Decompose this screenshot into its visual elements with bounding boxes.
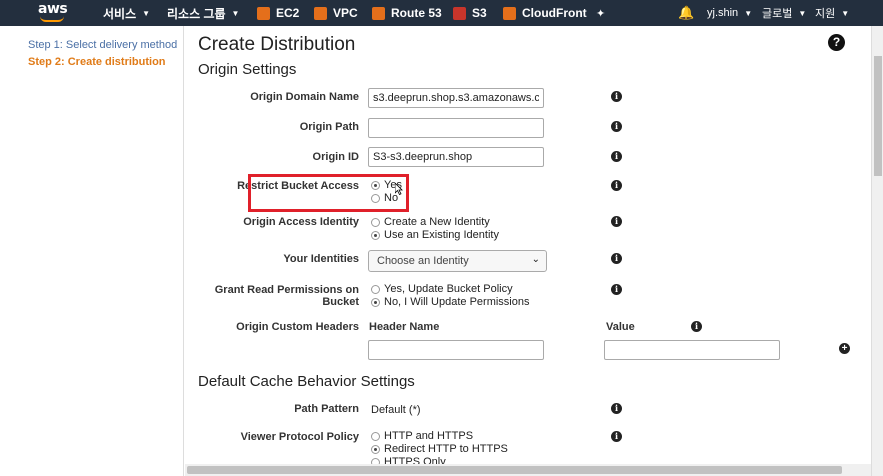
radio-label: Redirect HTTP to HTTPS xyxy=(384,443,508,455)
origin-domain-name-input[interactable] xyxy=(368,88,544,108)
resource-groups-menu[interactable]: 리소스 그룹 ▼ xyxy=(167,0,239,26)
shortcut-label: EC2 xyxy=(276,6,300,20)
shortcut-label: CloudFront xyxy=(522,6,587,20)
scrollbar-thumb[interactable] xyxy=(874,56,882,176)
path-pattern-label: Path Pattern xyxy=(294,403,359,415)
info-icon[interactable]: i xyxy=(611,91,622,102)
radio-label: No, I Will Update Permissions xyxy=(384,296,530,308)
shortcut-label: S3 xyxy=(472,6,487,20)
select-placeholder: Choose an Identity xyxy=(377,255,469,267)
header-name-input[interactable] xyxy=(368,340,544,360)
services-menu[interactable]: 서비스 ▼ xyxy=(103,0,150,26)
origin-path-label: Origin Path xyxy=(299,121,359,133)
chevron-down-icon: ▼ xyxy=(744,8,753,18)
cloudfront-icon xyxy=(503,6,516,20)
add-header-plus-icon[interactable]: + xyxy=(839,343,850,354)
header-value-input[interactable] xyxy=(604,340,780,360)
grant-yes-radio[interactable]: Yes, Update Bucket Policy xyxy=(371,283,513,295)
page-title: Create Distribution xyxy=(198,34,356,55)
shortcut-route53[interactable]: Route 53 xyxy=(372,0,442,26)
support-menu[interactable]: 지원 ▼ xyxy=(815,0,849,26)
custom-headers-label: Origin Custom Headers xyxy=(236,321,359,333)
s3-icon xyxy=(453,6,466,20)
info-icon[interactable]: i xyxy=(611,180,622,191)
region-menu[interactable]: 글로벌 ▼ xyxy=(762,0,806,26)
grant-no-radio[interactable]: No, I Will Update Permissions xyxy=(371,296,530,308)
resource-groups-label: 리소스 그룹 xyxy=(167,6,226,21)
vertical-scrollbar[interactable] xyxy=(871,26,883,476)
bell-icon[interactable]: 🔔 xyxy=(678,0,694,26)
your-identities-label: Your Identities xyxy=(283,253,359,265)
info-icon[interactable]: i xyxy=(611,284,622,295)
radio-unselected xyxy=(371,217,380,227)
user-menu[interactable]: yj.shin ▼ xyxy=(707,0,752,26)
info-icon[interactable]: i xyxy=(611,216,622,227)
header-name-column: Header Name xyxy=(369,321,440,333)
ec2-icon xyxy=(257,6,270,20)
chevron-down-icon: ▼ xyxy=(798,8,807,18)
horizontal-scrollbar[interactable] xyxy=(185,464,871,476)
shortcut-vpc[interactable]: VPC xyxy=(314,0,358,26)
viewer-protocol-label: Viewer Protocol Policy xyxy=(240,431,359,443)
origin-path-input[interactable] xyxy=(368,118,544,138)
radio-label: Yes, Update Bucket Policy xyxy=(384,283,513,295)
http-and-https-radio[interactable]: HTTP and HTTPS xyxy=(371,430,473,442)
step-2-current: Step 2: Create distribution xyxy=(28,56,166,68)
grant-read-label-line2: Bucket xyxy=(322,296,359,308)
support-label: 지원 xyxy=(815,8,836,20)
aws-logo[interactable]: aws xyxy=(38,2,68,24)
origin-id-input[interactable] xyxy=(368,147,544,167)
mouse-cursor-icon xyxy=(395,183,403,195)
origin-settings-heading: Origin Settings xyxy=(198,61,297,78)
scrollbar-thumb[interactable] xyxy=(187,466,842,474)
info-icon[interactable]: i xyxy=(611,151,622,162)
cache-settings-heading: Default Cache Behavior Settings xyxy=(198,373,415,390)
region-label: 글로벌 xyxy=(762,8,793,20)
shortcut-ec2[interactable]: EC2 xyxy=(257,0,299,26)
shortcut-cloudfront[interactable]: CloudFront xyxy=(503,0,587,26)
redirect-https-radio[interactable]: Redirect HTTP to HTTPS xyxy=(371,443,508,455)
chevron-down-icon: ▼ xyxy=(142,8,151,18)
main-content: Create Distribution ? Origin Settings Or… xyxy=(185,26,871,476)
radio-selected xyxy=(371,444,380,454)
chevron-down-icon: ▼ xyxy=(231,8,240,18)
grant-read-label: Grant Read Permissions on Bucket xyxy=(185,284,359,308)
shortcut-s3[interactable]: S3 xyxy=(453,0,487,26)
grant-read-label-line1: Grant Read Permissions on xyxy=(214,284,359,296)
services-label: 서비스 xyxy=(103,6,137,21)
pin-icon[interactable]: ✦ xyxy=(596,0,605,26)
info-icon[interactable]: i xyxy=(611,403,622,414)
info-icon[interactable]: i xyxy=(611,431,622,442)
highlight-box xyxy=(248,174,409,212)
wizard-sidebar: Step 1: Select delivery method Step 2: C… xyxy=(0,26,184,476)
create-identity-radio[interactable]: Create a New Identity xyxy=(371,216,490,228)
value-column: Value xyxy=(606,321,635,333)
shortcut-label: VPC xyxy=(333,6,358,20)
vpc-icon xyxy=(314,6,327,20)
info-icon[interactable]: i xyxy=(611,253,622,264)
info-icon[interactable]: i xyxy=(691,321,702,332)
existing-identity-radio[interactable]: Use an Existing Identity xyxy=(371,229,499,241)
identities-select[interactable]: Choose an Identity ⌄ xyxy=(368,250,547,272)
top-navigation-bar: aws 서비스 ▼ 리소스 그룹 ▼ EC2 VPC Route 53 S3 C… xyxy=(0,0,883,26)
radio-selected xyxy=(371,297,380,307)
info-icon[interactable]: i xyxy=(611,121,622,132)
radio-unselected xyxy=(371,284,380,294)
radio-label: Create a New Identity xyxy=(384,216,490,228)
shortcut-label: Route 53 xyxy=(391,6,442,20)
origin-access-identity-label: Origin Access Identity xyxy=(243,216,359,228)
origin-id-label: Origin ID xyxy=(312,151,359,163)
chevron-down-icon: ⌄ xyxy=(531,254,540,265)
radio-unselected xyxy=(371,431,380,441)
chevron-down-icon: ▼ xyxy=(841,8,850,18)
path-pattern-value: Default (*) xyxy=(371,404,421,416)
radio-selected xyxy=(371,230,380,240)
route53-icon xyxy=(372,6,385,20)
radio-label: Use an Existing Identity xyxy=(384,229,499,241)
radio-label: HTTP and HTTPS xyxy=(384,430,474,442)
user-name: yj.shin xyxy=(707,7,739,19)
step-1-link[interactable]: Step 1: Select delivery method xyxy=(28,39,177,51)
help-icon[interactable]: ? xyxy=(828,34,845,51)
origin-domain-name-label: Origin Domain Name xyxy=(250,91,359,103)
